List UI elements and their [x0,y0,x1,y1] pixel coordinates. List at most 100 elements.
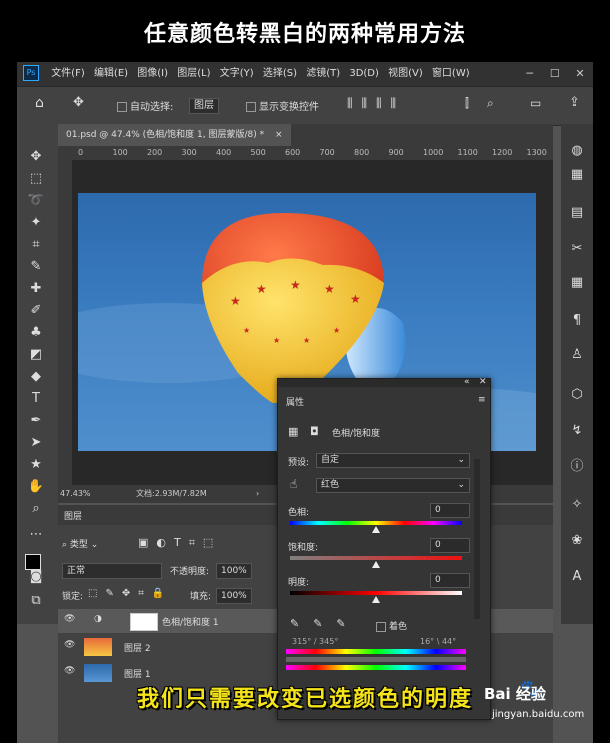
collapse-panel-icon[interactable]: « [464,377,470,387]
menu-layer[interactable]: 图层(L) [174,62,213,86]
menu-view[interactable]: 视图(V) [385,62,426,86]
lock-icons[interactable]: ⬚✎✥⌗🔒 [88,588,172,599]
layer-name[interactable]: 色相/饱和度 1 [162,615,219,628]
layer-filter-icons[interactable]: ▣◐T⌗⬚ [138,536,221,550]
menu-filter[interactable]: 滤镜(T) [303,62,343,86]
path-select-icon[interactable]: ➤ [25,434,47,452]
hue-label: 色相: [288,508,310,518]
3d-panel-icon[interactable]: ⬡ [567,386,587,404]
quick-mask-icon[interactable]: ◙ [25,568,47,586]
fill-field[interactable]: 100% [216,588,252,604]
move-tool-icon[interactable]: ✥ [73,95,84,110]
paths-icon[interactable]: ✧ [567,496,587,514]
menu-type[interactable]: 文字(Y) [217,62,257,86]
hue-field[interactable]: 0 [430,503,470,518]
channel-dropdown[interactable]: 红色 ⌄ [316,478,470,493]
shape-tool-icon[interactable]: ★ [25,456,47,474]
opacity-field[interactable]: 100% [216,563,252,579]
properties-scrollbar[interactable] [474,459,480,619]
hue-slider-track[interactable] [290,521,462,525]
pen-tool-icon[interactable]: ✒ [25,412,47,430]
zoom-tool-icon[interactable]: ⌕ [25,500,47,518]
panel-menu-icon[interactable]: ≡ [478,395,486,405]
blend-mode-dropdown[interactable]: 正常 [62,563,162,579]
eraser-tool-icon[interactable]: ◩ [25,346,47,364]
lightness-field[interactable]: 0 [430,573,470,588]
libraries-icon[interactable]: ▦ [567,274,587,292]
screen-mode-icon[interactable]: ⧉ [25,592,47,610]
more-tools-icon[interactable]: ⋯ [25,526,47,544]
opacity-value: 100% [216,563,252,579]
document-tab[interactable]: 01.psd @ 47.4% (色相/饱和度 1, 图层蒙版/8) * × [58,124,291,146]
menu-edit[interactable]: 编辑(E) [91,62,131,86]
menu-3d[interactable]: 3D(D) [346,62,382,86]
preset-dropdown[interactable]: 自定 ⌄ [316,453,470,468]
layer-name[interactable]: 图层 1 [124,667,151,680]
targeted-adjust-hand-icon[interactable]: ☝ [290,477,297,491]
healing-brush-icon[interactable]: ✚ [25,280,47,298]
maximize-button[interactable]: ☐ [544,62,566,86]
align-icons[interactable]: ⫼⫼⫼⫼ [347,96,405,111]
visibility-eye-icon[interactable]: 👁 [64,666,75,676]
minimize-button[interactable]: ─ [519,62,541,86]
colorize-checkbox[interactable]: 着色 [376,619,407,632]
share-icon[interactable]: ⇪ [569,95,580,110]
history-icon[interactable]: ↯ [567,422,587,440]
ruler-tick-label: 1100 [457,148,478,157]
close-panel-icon[interactable]: ✕ [479,377,487,387]
lightness-slider-track[interactable] [290,591,462,595]
layers-tab[interactable]: 图层 [64,509,82,522]
character-icon[interactable]: A [567,568,587,586]
workspace-icon[interactable]: ▭ [530,96,541,110]
search-icon[interactable]: ⌕ [487,96,494,111]
hue-slider-thumb[interactable] [372,526,380,533]
filter-kind-dropdown[interactable]: ⌕ 类型 ⌄ [62,537,98,550]
saturation-slider-thumb[interactable] [372,561,380,568]
marquee-tool-icon[interactable]: ⬚ [25,170,47,188]
auto-select-dropdown[interactable]: 图层 [189,98,219,114]
paint-bucket-icon[interactable]: ◆ [25,368,47,386]
hand-tool-icon[interactable]: ✋ [25,478,47,496]
color-panel-icon[interactable]: ◍ [567,142,587,160]
crop-tool-icon[interactable]: ⌗ [25,236,47,254]
swatches-panel-icon[interactable]: ▦ [567,166,587,184]
channels-icon[interactable]: ❀ [567,532,587,550]
color-range-slider[interactable] [286,657,466,662]
menu-file[interactable]: 文件(F) [48,62,88,86]
move-tool-icon[interactable]: ✥ [25,148,47,166]
character-style-icon[interactable]: ♙ [567,346,587,364]
show-transform-checkbox[interactable]: 显示变换控件 [246,98,319,113]
right-dock: ◍ ▦ ▤ ✂ ▦ ¶ ♙ ⬡ ↯ ⓘ ✧ ❀ A [561,124,593,624]
magic-wand-icon[interactable]: ✦ [25,214,47,232]
brush-tool-icon[interactable]: ✐ [25,302,47,320]
visibility-eye-icon[interactable]: 👁 [64,614,75,624]
info-icon[interactable]: ⓘ [567,458,587,476]
mask-icon[interactable]: ◘ [310,425,319,438]
saturation-slider-track[interactable] [290,556,462,560]
saturation-field[interactable]: 0 [430,538,470,553]
visibility-eye-icon[interactable]: 👁 [64,640,75,650]
eyedropper-icons[interactable]: ✎✎✎ [290,617,360,630]
layer-name[interactable]: 图层 2 [124,641,151,654]
lasso-tool-icon[interactable]: ➰ [25,192,47,210]
stamp-tool-icon[interactable]: ♣ [25,324,47,342]
document-size: 文档:2.93M/7.82M [136,489,207,498]
eyedropper-tool-icon[interactable]: ✎ [25,258,47,276]
menu-select[interactable]: 选择(S) [260,62,300,86]
lightness-slider-thumb[interactable] [372,596,380,603]
close-window-button[interactable]: ✕ [569,62,591,86]
ruler-tick-label: 1300 [526,148,547,157]
paragraph-icon[interactable]: ¶ [567,312,587,330]
layer-mask-thumbnail[interactable] [130,613,158,631]
learn-panel-icon[interactable]: ▤ [567,204,587,222]
menu-image[interactable]: 图像(I) [134,62,171,86]
menu-window[interactable]: 窗口(W) [429,62,473,86]
close-tab-icon[interactable]: × [275,130,283,140]
type-tool-icon[interactable]: T [25,390,47,408]
home-icon[interactable]: ⌂ [35,95,44,111]
adjustments-icon[interactable]: ✂ [567,240,587,258]
zoom-level[interactable]: 47.43% [60,485,91,503]
auto-select-checkbox[interactable]: 自动选择: [117,98,173,113]
status-menu-arrow[interactable]: › [256,485,259,503]
distribute-icon[interactable]: ⫿ [465,96,469,111]
